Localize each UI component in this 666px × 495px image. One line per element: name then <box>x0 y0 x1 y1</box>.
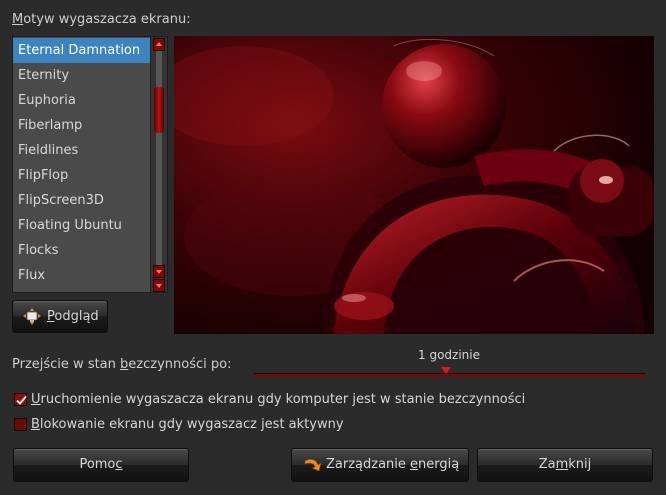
help-button[interactable]: Pomoc <box>13 448 189 482</box>
preview-button-label: Podgląd <box>47 309 99 324</box>
preview-button[interactable]: Podgląd <box>12 300 108 333</box>
activate-screensaver-checkbox[interactable] <box>14 393 27 406</box>
scroll-up-button[interactable] <box>153 38 165 51</box>
scroll-down-button-2[interactable] <box>153 279 165 292</box>
power-management-label: Zarządzanie energią <box>326 457 460 472</box>
idle-timeout-slider-thumb[interactable] <box>440 367 451 374</box>
theme-list-item[interactable]: Flocks <box>13 238 150 263</box>
preview-image <box>174 36 654 334</box>
power-management-button[interactable]: Zarządzanie energią <box>291 448 469 482</box>
theme-list-item[interactable]: Euphoria <box>13 88 150 113</box>
scrollbar-trough[interactable] <box>156 51 162 277</box>
theme-list-item[interactable]: FlipFlop <box>13 163 150 188</box>
theme-list-item[interactable]: FlipScreen3D <box>13 188 150 213</box>
theme-list-item[interactable]: Floating Ubuntu <box>13 213 150 238</box>
theme-list-item[interactable]: Fieldlines <box>13 138 150 163</box>
checkmark-icon <box>16 395 27 405</box>
theme-list-scrollbar[interactable] <box>150 37 167 292</box>
theme-list-item[interactable]: Flux <box>13 263 150 288</box>
theme-list-item[interactable]: Fiberlamp <box>13 113 150 138</box>
theme-section-label: Motyw wygaszacza ekranu: <box>12 12 191 27</box>
close-button[interactable]: Zamknij <box>477 448 653 482</box>
preview-monitor-icon <box>23 308 41 325</box>
theme-list-item[interactable]: Eternity <box>13 63 150 88</box>
power-management-icon <box>304 459 322 472</box>
idle-timeout-label: Przejście w stan bezczynności po: <box>12 357 232 372</box>
idle-timeout-value: 1 godzinie <box>418 348 480 362</box>
lock-screen-checkbox[interactable] <box>14 418 27 431</box>
theme-list-item[interactable]: Eternal Damnation <box>13 38 150 63</box>
activate-screensaver-label[interactable]: Uruchomienie wygaszacza ekranu gdy kompu… <box>31 392 525 407</box>
scrollbar-thumb[interactable] <box>154 87 164 133</box>
lock-screen-label[interactable]: Blokowanie ekranu gdy wygaszacz jest akt… <box>31 417 344 432</box>
screensaver-preview <box>174 36 654 334</box>
screensaver-theme-list[interactable]: Eternal Damnation Eternity Euphoria Fiberla… <box>12 36 168 293</box>
scroll-down-button[interactable] <box>153 265 165 278</box>
